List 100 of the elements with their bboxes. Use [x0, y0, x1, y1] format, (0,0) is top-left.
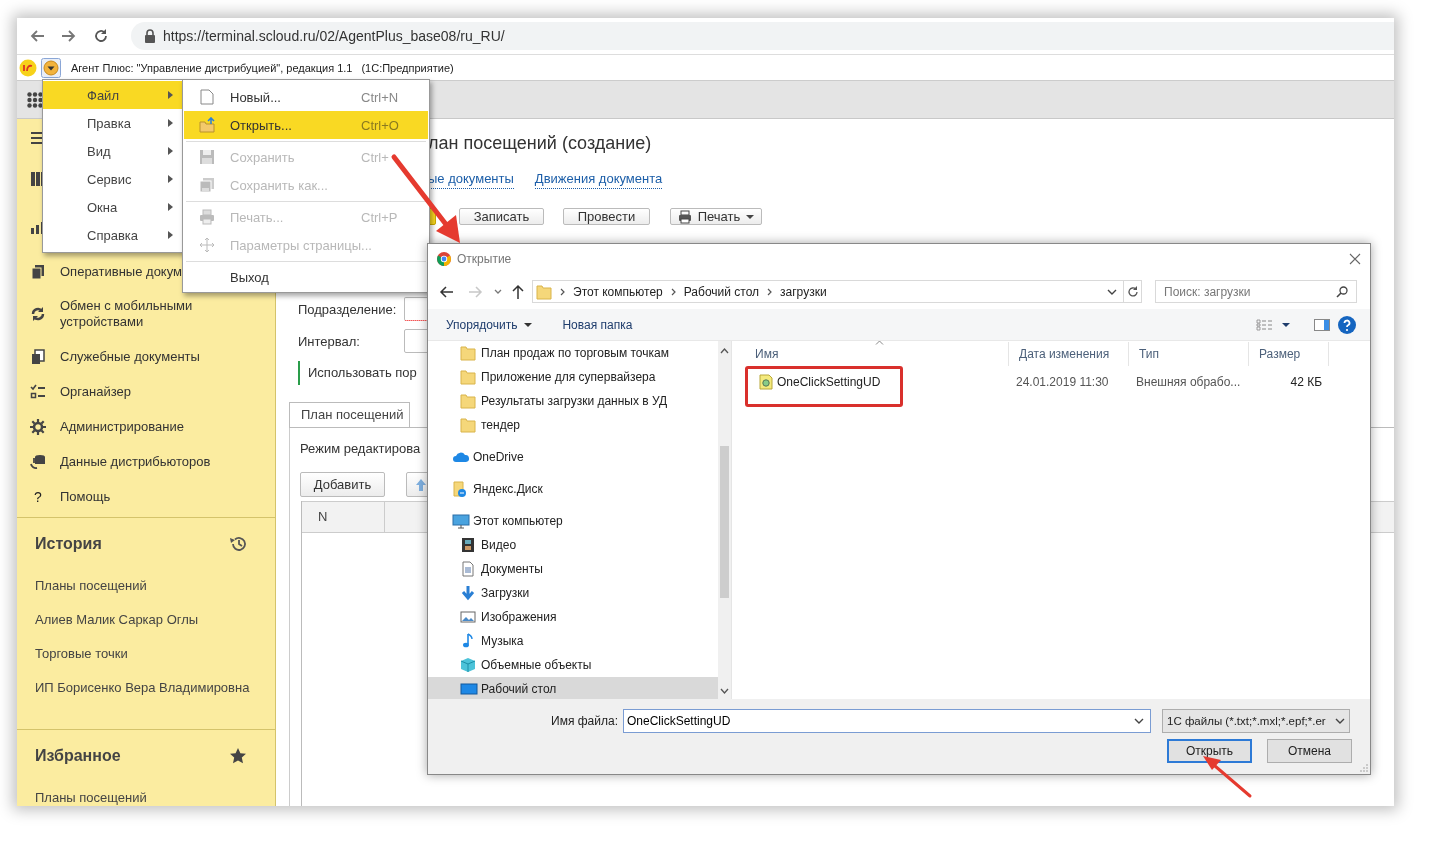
scrollbar[interactable]: [718, 341, 732, 699]
printer-icon: [677, 209, 692, 224]
resize-grip-icon[interactable]: [1360, 764, 1368, 772]
breadcrumb[interactable]: Рабочий стол: [683, 284, 760, 299]
shortcut-text: Ctrl+N: [361, 89, 400, 105]
tree-item[interactable]: Изображения: [428, 605, 718, 629]
chevron-right-icon: [767, 287, 773, 296]
scroll-up-icon[interactable]: [720, 348, 729, 354]
toolbar-button[interactable]: Новая папка: [562, 317, 633, 332]
section-title: История: [35, 535, 102, 554]
lock-icon: [143, 29, 157, 43]
search-field[interactable]: Поиск: загрузки: [1164, 281, 1336, 302]
menu-item[interactable]: Файл: [43, 81, 183, 109]
form-button[interactable]: Провести: [563, 208, 650, 225]
form-title: лан посещений (создание): [428, 132, 653, 154]
dialog-button[interactable]: Отмена: [1267, 739, 1352, 763]
sidebar-item[interactable]: Данные дистрибьюторов: [17, 444, 275, 480]
print-button[interactable]: Печать: [670, 208, 762, 225]
logo-icon: [19, 58, 37, 77]
tree-item[interactable]: Документы: [428, 557, 718, 581]
back-icon[interactable]: [438, 283, 454, 300]
menu-item[interactable]: Справка: [43, 221, 183, 249]
scroll-down-icon[interactable]: [720, 688, 729, 694]
tab[interactable]: План посещений: [289, 402, 410, 427]
dialog-title: Открытие: [457, 252, 513, 266]
sidebar-item[interactable]: Обмен с мобильными устройствами: [17, 289, 275, 340]
caret-icon[interactable]: [1282, 322, 1290, 327]
reload-icon[interactable]: [93, 28, 109, 44]
tree-item[interactable]: Музыка: [428, 629, 718, 653]
chevron-down-icon[interactable]: [1107, 288, 1117, 295]
toolbar-button[interactable]: Упорядочить: [446, 317, 533, 332]
address-bar[interactable]: https://terminal.scloud.ru/02/AgentPlus_base08/ru_RU/: [131, 22, 1394, 50]
dialog-button[interactable]: Открыть: [1167, 739, 1252, 763]
sidebar-item[interactable]: Администрирование: [17, 409, 275, 445]
browser-logo-icon: [437, 252, 451, 266]
help-icon[interactable]: [1338, 315, 1356, 334]
menu-item[interactable]: Вид: [43, 137, 183, 165]
folder-icon: [460, 417, 478, 433]
tree-item[interactable]: Этот компьютер: [428, 509, 718, 533]
up-arrow-icon[interactable]: [510, 283, 526, 300]
submenu-arrow-icon: [167, 90, 173, 100]
history-icon[interactable]: [229, 535, 247, 554]
preview-pane-icon[interactable]: [1314, 318, 1330, 331]
menu-item[interactable]: Окна: [43, 193, 183, 221]
tree-item[interactable]: Видео: [428, 533, 718, 557]
tree-item[interactable]: Объемные объекты: [428, 653, 718, 677]
platform-name: (1С:Предприятие): [361, 61, 454, 74]
tree-item[interactable]: тендер: [428, 413, 718, 437]
breadcrumb[interactable]: загрузки: [780, 284, 827, 299]
submenu-arrow-icon: [167, 146, 173, 156]
breadcrumb[interactable]: Этот компьютер: [573, 284, 663, 299]
column-header[interactable]: Тип: [1129, 342, 1249, 366]
sidebar-item[interactable]: Служебные документы: [17, 339, 275, 375]
history-link[interactable]: Планы посещений: [35, 569, 247, 604]
sort-caret-icon: [875, 341, 884, 345]
refresh-button[interactable]: [1124, 280, 1142, 303]
history-link[interactable]: Планы посещений: [35, 790, 247, 806]
url-text: https://terminal.scloud.ru/02/AgentPlus_base08/ru_RU/: [163, 28, 505, 44]
mode-text: Режим редактирова: [300, 440, 421, 458]
tree-item[interactable]: OneDrive: [428, 445, 718, 469]
forward-icon[interactable]: [61, 28, 77, 44]
file-type-select[interactable]: 1С файлы (*.txt;*.mxl;*.epf;*.er: [1162, 709, 1350, 733]
chevron-down-icon[interactable]: [494, 288, 502, 295]
menu-item[interactable]: Сервис: [43, 165, 183, 193]
column-header[interactable]: Имя: [745, 342, 1009, 366]
caret-icon: [524, 322, 533, 327]
caret-icon: [746, 214, 755, 219]
menu-item[interactable]: Открыть... Ctrl+O: [184, 111, 428, 139]
chevron-right-icon: [670, 287, 676, 296]
tree-item[interactable]: Яндекс.Диск: [428, 477, 718, 501]
sidebar-item[interactable]: Органайзер: [17, 374, 275, 410]
sidebar-item[interactable]: ? Помощь: [17, 479, 275, 515]
history-link[interactable]: Торговые точки: [35, 637, 247, 672]
star-icon[interactable]: [229, 747, 247, 765]
menu-item[interactable]: Выход: [184, 263, 428, 291]
tree-item[interactable]: Рабочий стол: [428, 677, 718, 699]
cube-icon: [460, 657, 478, 673]
address-field[interactable]: Этот компьютер Рабочий стол загрузки: [532, 280, 1124, 303]
grid-icon[interactable]: [27, 91, 43, 108]
search-icon: [1336, 285, 1348, 298]
menu-item[interactable]: Новый... Ctrl+N: [184, 83, 428, 111]
tree-item[interactable]: Результаты загрузки данных в УД: [428, 389, 718, 413]
column-header[interactable]: Дата изменения: [1009, 342, 1129, 366]
submenu-arrow-icon: [167, 118, 173, 128]
link[interactable]: Движения документа: [534, 170, 663, 189]
add-button[interactable]: Добавить: [300, 472, 385, 497]
close-icon[interactable]: [1349, 253, 1361, 265]
monitor-icon: [452, 513, 470, 529]
field-label: Имя файла:: [550, 714, 619, 728]
submenu-arrow-icon: [167, 202, 173, 212]
column-header[interactable]: Размер: [1249, 342, 1329, 366]
history-link[interactable]: Алиев Малик Саркар Оглы: [35, 603, 247, 638]
tree-item[interactable]: Загрузки: [428, 581, 718, 605]
main-menu-button[interactable]: [41, 57, 61, 78]
open-folder-icon: [199, 117, 215, 133]
menu-item[interactable]: Правка: [43, 109, 183, 137]
scrollbar-thumb[interactable]: [720, 446, 729, 598]
search-box[interactable]: Поиск: загрузки: [1155, 280, 1357, 303]
form-button[interactable]: Записать: [459, 208, 544, 225]
script-file-icon: [759, 374, 773, 390]
